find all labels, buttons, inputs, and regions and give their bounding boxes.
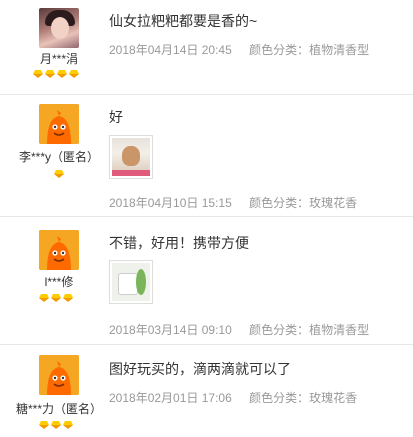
username: 糖***力（匿名） (15, 402, 102, 416)
review-meta: 2018年04月14日 20:45 颜色分类：植物清香型 (109, 41, 369, 58)
diamond-icon (69, 70, 79, 78)
mascot-icon (39, 104, 79, 144)
avatar[interactable] (39, 8, 79, 48)
review-content: 图好玩买的，滴两滴就可以了 (109, 359, 291, 379)
review-spec: 颜色分类：玫瑰花香 (249, 196, 358, 210)
diamond-icon (39, 421, 49, 429)
product-photo-icon (112, 263, 150, 301)
review-image-thumbnail[interactable] (109, 260, 153, 304)
review-item: 李***y（匿名） 好 2018年04月10日 15:15 颜色分类：玫瑰花香 (0, 95, 413, 217)
review-content: 好 (109, 107, 123, 127)
review-date: 2018年04月14日 20:45 (109, 43, 232, 57)
review-image-thumbnail[interactable] (109, 135, 153, 179)
review-meta: 2018年03月14日 09:10 颜色分类：植物清香型 (109, 321, 369, 338)
diamond-icon (39, 294, 49, 302)
diamond-icon (51, 421, 61, 429)
review-meta: 2018年04月10日 15:15 颜色分类：玫瑰花香 (109, 194, 357, 211)
mascot-icon (39, 230, 79, 270)
review-spec: 颜色分类：植物清香型 (249, 323, 370, 337)
mascot-icon (39, 355, 79, 395)
review-content: 不错，好用！携带方便 (109, 233, 249, 253)
username: 月***涓 (39, 52, 78, 66)
avatar[interactable] (39, 230, 79, 270)
diamond-icon (57, 70, 67, 78)
user-level-badges (39, 421, 73, 429)
review-meta: 2018年02月01日 17:06 颜色分类：玫瑰花香 (109, 389, 357, 406)
review-date: 2018年03月14日 09:10 (109, 323, 232, 337)
diamond-icon (63, 421, 73, 429)
username: l***修 (44, 275, 74, 289)
diamond-icon (45, 70, 55, 78)
user-level-badges (39, 294, 73, 302)
avatar[interactable] (39, 104, 79, 144)
review-spec: 颜色分类：植物清香型 (249, 43, 370, 57)
user-level-badges (54, 170, 64, 178)
review-item: 糖***力（匿名） 图好玩买的，滴两滴就可以了 2018年02月01日 17:0… (0, 345, 413, 437)
review-text: 好 (109, 109, 123, 125)
review-spec: 颜色分类：玫瑰花香 (249, 391, 358, 405)
diamond-icon (33, 70, 43, 78)
review-item: 月***涓 仙女拉粑粑都要是香的~ 2018年04月14日 20:45 颜色分类… (0, 0, 413, 95)
diamond-icon (51, 294, 61, 302)
review-text: 仙女拉粑粑都要是香的~ (109, 13, 258, 29)
cat-photo-icon (112, 138, 150, 176)
review-date: 2018年04月10日 15:15 (109, 196, 232, 210)
review-date: 2018年02月01日 17:06 (109, 391, 232, 405)
avatar[interactable] (39, 355, 79, 395)
review-text: 图好玩买的，滴两滴就可以了 (109, 361, 291, 377)
review-item: l***修 不错，好用！携带方便 2018年03月14日 09:10 颜色分类：… (0, 217, 413, 345)
username: 李***y（匿名） (18, 150, 99, 164)
diamond-icon (63, 294, 73, 302)
diamond-icon (54, 170, 64, 178)
review-text: 不错，好用！携带方便 (109, 235, 249, 251)
user-level-badges (33, 70, 79, 78)
review-content: 仙女拉粑粑都要是香的~ (109, 11, 257, 31)
